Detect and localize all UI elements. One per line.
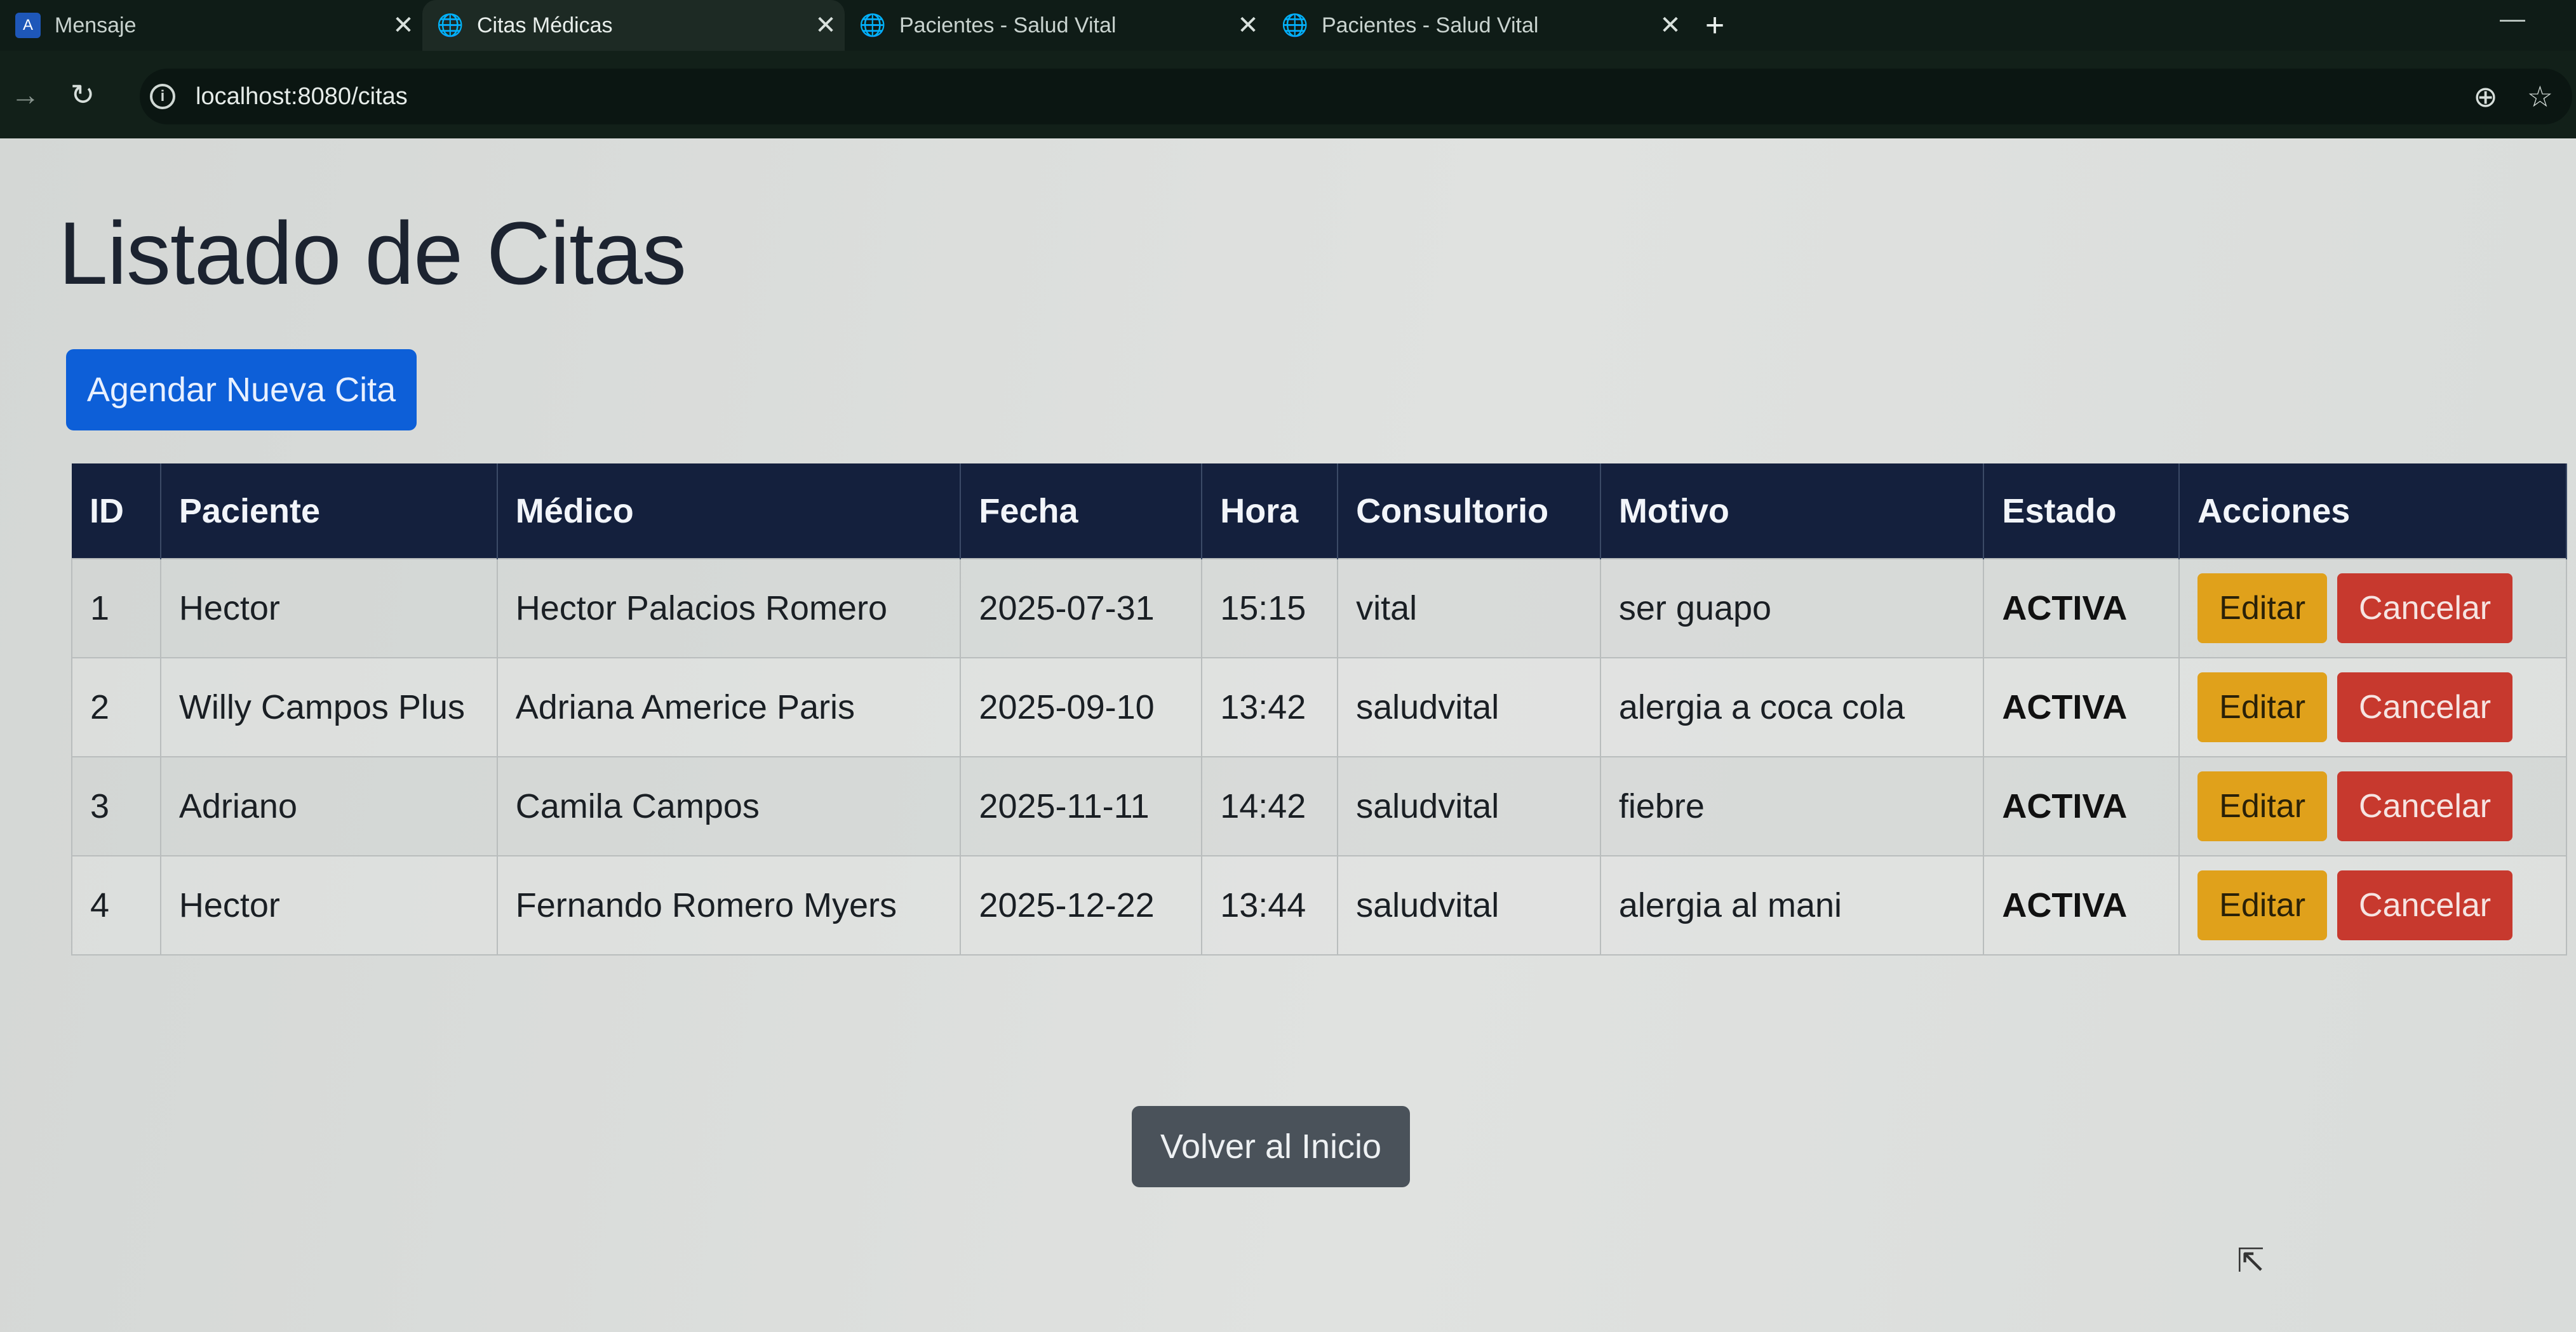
cell-fecha: 2025-12-22 [960, 855, 1203, 956]
globe-icon: 🌐 [436, 13, 464, 37]
browser-toolbar: → ↻ i localhost:8080/citas ⊕ ☆ [0, 51, 2576, 138]
page-content: Listado de Citas Agendar Nueva Cita ID P… [0, 138, 2576, 1332]
tab-title: Mensaje [55, 13, 137, 37]
cell-fecha: 2025-07-31 [960, 558, 1203, 658]
new-tab-icon[interactable]: + [1689, 0, 1740, 51]
edit-button[interactable]: Editar [2197, 573, 2328, 643]
table-row: 3 Adriano Camila Campos 2025-11-11 14:42… [71, 756, 2567, 856]
cell-fecha: 2025-09-10 [960, 657, 1203, 757]
cell-id: 3 [71, 756, 161, 856]
cell-paciente: Hector [159, 558, 498, 658]
cell-medico: Adriana Americe Paris [496, 657, 962, 757]
mouse-cursor-icon: ⇱ [2237, 1242, 2265, 1279]
tab-title: Citas Médicas [477, 13, 613, 37]
cell-estado: ACTIVA [1983, 855, 2180, 956]
cell-medico: Hector Palacios Romero [496, 558, 962, 658]
cell-fecha: 2025-11-11 [960, 756, 1203, 856]
cell-id: 4 [71, 855, 161, 956]
column-header-id[interactable]: ID [72, 463, 161, 559]
cell-hora: 14:42 [1201, 756, 1339, 856]
address-bar[interactable]: i localhost:8080/citas ⊕ ☆ [140, 69, 2572, 124]
cancel-button[interactable]: Cancelar [2337, 870, 2513, 940]
edit-button[interactable]: Editar [2197, 870, 2328, 940]
page-title: Listado de Citas [58, 203, 687, 303]
close-tab-icon[interactable]: ✕ [1651, 11, 1689, 40]
close-tab-icon[interactable]: ✕ [384, 11, 422, 40]
cell-consultorio: saludvital [1337, 855, 1601, 956]
cancel-button[interactable]: Cancelar [2337, 573, 2513, 643]
cancel-button[interactable]: Cancelar [2337, 771, 2513, 841]
column-header-paciente[interactable]: Paciente [160, 463, 498, 559]
column-header-acciones: Acciones [2179, 463, 2567, 559]
cell-acciones: Editar Cancelar [2178, 855, 2567, 956]
url-text[interactable]: localhost:8080/citas [196, 83, 408, 110]
column-header-consultorio[interactable]: Consultorio [1338, 463, 1601, 559]
edit-button[interactable]: Editar [2197, 771, 2328, 841]
cell-motivo: fiebre [1599, 756, 1985, 856]
browser-tab[interactable]: A Mensaje ✕ [0, 0, 422, 51]
globe-icon: 🌐 [859, 13, 887, 37]
cell-acciones: Editar Cancelar [2178, 558, 2567, 658]
app-icon: A [15, 13, 41, 38]
cell-id: 1 [71, 558, 161, 658]
cell-hora: 13:44 [1201, 855, 1339, 956]
cell-id: 2 [71, 657, 161, 757]
column-header-estado[interactable]: Estado [1983, 463, 2180, 559]
globe-icon: 🌐 [1281, 13, 1309, 37]
cell-motivo: alergia a coca cola [1599, 657, 1985, 757]
browser-tab[interactable]: 🌐 Pacientes - Salud Vital ✕ [845, 0, 1267, 51]
cell-medico: Fernando Romero Myers [496, 855, 962, 956]
new-appointment-button[interactable]: Agendar Nueva Cita [66, 349, 417, 430]
bookmark-star-icon[interactable]: ☆ [2527, 79, 2553, 114]
cell-motivo: ser guapo [1599, 558, 1985, 658]
back-home-button[interactable]: Volver al Inicio [1132, 1106, 1410, 1187]
column-header-motivo[interactable]: Motivo [1600, 463, 1985, 559]
minimize-icon[interactable]: — [2500, 5, 2525, 34]
cell-paciente: Hector [159, 855, 498, 956]
column-header-fecha[interactable]: Fecha [960, 463, 1203, 559]
cell-estado: ACTIVA [1983, 756, 2180, 856]
close-tab-icon[interactable]: ✕ [1229, 11, 1267, 40]
forward-icon[interactable]: → [0, 69, 51, 120]
browser-tab-active[interactable]: 🌐 Citas Médicas ✕ [422, 0, 845, 51]
cell-consultorio: saludvital [1337, 756, 1601, 856]
cell-hora: 15:15 [1201, 558, 1339, 658]
cell-consultorio: saludvital [1337, 657, 1601, 757]
cell-medico: Camila Campos [496, 756, 962, 856]
cell-motivo: alergia al mani [1599, 855, 1985, 956]
browser-tab-bar: A Mensaje ✕ 🌐 Citas Médicas ✕ 🌐 Paciente… [0, 0, 2576, 51]
reload-icon[interactable]: ↻ [57, 69, 108, 120]
column-header-hora[interactable]: Hora [1202, 463, 1339, 559]
cell-acciones: Editar Cancelar [2178, 657, 2567, 757]
table-row: 1 Hector Hector Palacios Romero 2025-07-… [71, 558, 2567, 658]
column-header-medico[interactable]: Médico [497, 463, 962, 559]
tab-title: Pacientes - Salud Vital [1322, 13, 1539, 37]
close-tab-icon[interactable]: ✕ [807, 11, 845, 40]
cancel-button[interactable]: Cancelar [2337, 672, 2513, 742]
cell-estado: ACTIVA [1983, 558, 2180, 658]
table-row: 4 Hector Fernando Romero Myers 2025-12-2… [71, 855, 2567, 956]
cell-paciente: Adriano [159, 756, 498, 856]
cell-hora: 13:42 [1201, 657, 1339, 757]
cell-paciente: Willy Campos Plus [159, 657, 498, 757]
info-icon[interactable]: i [150, 84, 175, 109]
table-row: 2 Willy Campos Plus Adriana Americe Pari… [71, 657, 2567, 757]
edit-button[interactable]: Editar [2197, 672, 2328, 742]
cell-consultorio: vital [1337, 558, 1601, 658]
cell-estado: ACTIVA [1983, 657, 2180, 757]
appointments-table: ID Paciente Médico Fecha Hora Consultori… [71, 463, 2567, 956]
cell-acciones: Editar Cancelar [2178, 756, 2567, 856]
browser-tab[interactable]: 🌐 Pacientes - Salud Vital ✕ [1267, 0, 1689, 51]
table-header-row: ID Paciente Médico Fecha Hora Consultori… [72, 463, 2567, 559]
tab-title: Pacientes - Salud Vital [899, 13, 1117, 37]
zoom-icon[interactable]: ⊕ [2473, 79, 2498, 114]
